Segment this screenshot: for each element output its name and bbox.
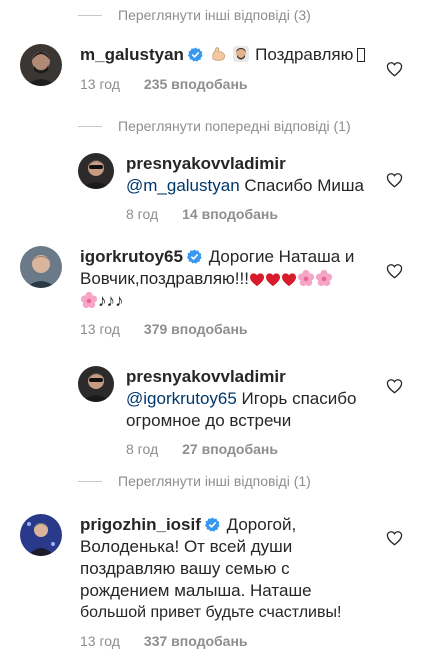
verified-badge-icon [204, 517, 220, 532]
avatar-image-icon [78, 153, 114, 189]
avatar[interactable] [20, 246, 62, 288]
username[interactable]: m_galustyan [80, 45, 184, 64]
view-previous-replies-label: Переглянути попередні відповіді (1) [118, 118, 351, 134]
red-heart-emoji-icon [249, 269, 297, 288]
view-previous-replies[interactable]: Переглянути попередні відповіді (1) [78, 118, 351, 134]
reply-item: presnyakovvladimir @igorkrutoy65 Игорь с… [78, 366, 383, 457]
username[interactable]: igorkrutoy65 [80, 247, 183, 266]
missing-glyph-icon [357, 48, 366, 62]
divider-line [78, 14, 102, 16]
comment-text: Спасибо Миша [244, 176, 364, 195]
mention-link[interactable]: @igorkrutoy65 [126, 389, 237, 408]
view-more-replies-label: Переглянути інші відповіді (3) [118, 7, 311, 23]
avatar[interactable] [78, 366, 114, 402]
comment-text-line3: поздравляю вашу семью с [80, 559, 290, 578]
avatar[interactable] [78, 153, 114, 189]
comment-text-line1: Дорогой, [226, 515, 297, 534]
comment-text-line4: рождением малыша. Наташе [80, 581, 312, 600]
comment-item: m_galustyan Поздравляю 13 год 235 вподоб… [20, 44, 380, 104]
comment-text-line1: Дорогие Наташа и [208, 247, 355, 266]
likes-count[interactable]: 379 вподобань [144, 321, 248, 337]
avatar[interactable] [20, 514, 62, 556]
like-heart-icon[interactable] [386, 172, 403, 188]
like-heart-icon[interactable] [386, 378, 403, 394]
comment-text-line5: большой привет будьте счастливы! [80, 604, 342, 621]
avatar-image-icon [78, 366, 114, 402]
view-more-replies-label: Переглянути інші відповіді (1) [118, 473, 311, 489]
comment-time: 8 год [126, 206, 159, 222]
avatar-image-icon [20, 246, 62, 288]
likes-count[interactable]: 235 вподобань [144, 76, 248, 92]
likes-count[interactable]: 27 вподобань [182, 441, 278, 457]
mention-link[interactable]: @m_galustyan [126, 176, 240, 195]
reply-item: presnyakovvladimir @m_galustyan Спасибо … [78, 153, 383, 223]
avatar-image-icon [20, 44, 62, 86]
like-heart-icon[interactable] [386, 530, 403, 546]
username[interactable]: prigozhin_iosif [80, 515, 201, 534]
bearded-man-emoji-icon [232, 45, 250, 69]
view-more-replies-bottom[interactable]: Переглянути інші відповіді (1) [78, 473, 311, 489]
comment-time: 13 год [80, 633, 120, 649]
comment-time: 13 год [80, 321, 120, 337]
comment-text-line2: Володенька! От всей души [80, 537, 293, 556]
comment-time: 13 год [80, 76, 120, 92]
comment-text-line2: Вовчик,поздравляю!!! [80, 269, 249, 288]
flexed-biceps-emoji-icon [210, 45, 228, 69]
comment-item: prigozhin_iosif Дорогой, Володенька! От … [20, 514, 382, 649]
verified-badge-icon [186, 249, 202, 264]
music-notes-emoji-icon: ♪♪♪ [98, 291, 124, 310]
comment-time: 8 год [126, 441, 159, 457]
comment-text-line1: Игорь спасибо [241, 389, 357, 408]
avatar-image-icon [20, 514, 62, 556]
comment-text-line2: огромное до встречи [126, 411, 292, 430]
divider-line [78, 125, 102, 127]
like-heart-icon[interactable] [386, 61, 403, 77]
cherry-blossom-emoji-icon [297, 269, 333, 288]
divider-line [78, 480, 102, 482]
username[interactable]: presnyakovvladimir [126, 367, 286, 386]
verified-badge-icon [187, 47, 203, 62]
like-heart-icon[interactable] [386, 263, 403, 279]
comment-text: Поздравляю [255, 45, 354, 64]
avatar[interactable] [20, 44, 62, 86]
comment-item: igorkrutoy65 Дорогие Наташа и Вовчик,поз… [20, 246, 380, 337]
username[interactable]: presnyakovvladimir [126, 154, 286, 173]
likes-count[interactable]: 337 вподобань [144, 633, 248, 649]
view-more-replies-top[interactable]: Переглянути інші відповіді (3) [78, 7, 311, 23]
cherry-blossom-emoji-icon [80, 291, 98, 310]
likes-count[interactable]: 14 вподобань [182, 206, 278, 222]
